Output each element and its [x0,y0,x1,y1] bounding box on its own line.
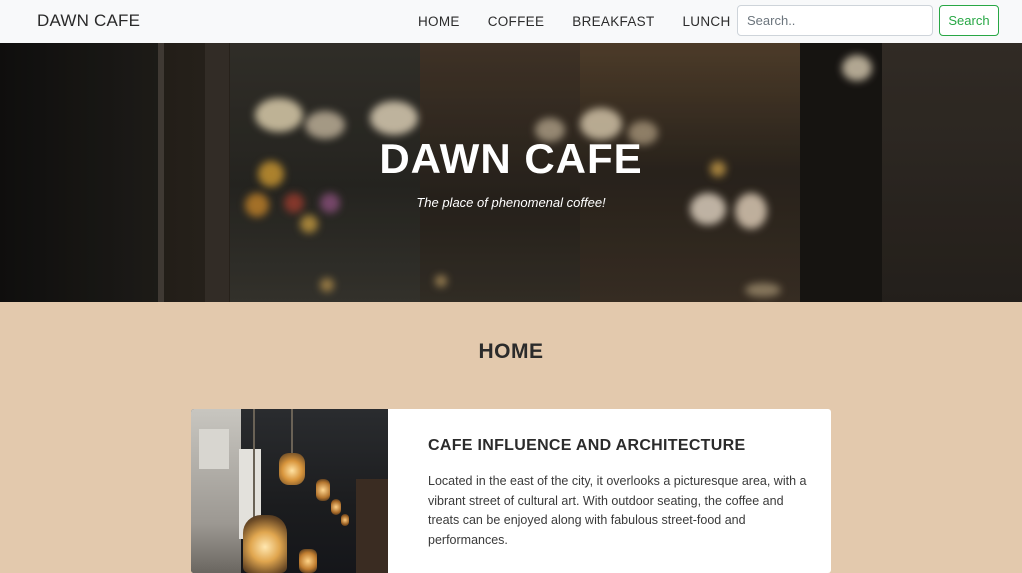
card-image-pendant-lamps [191,409,388,573]
navbar: DAWN CAFE HOME COFFEE BREAKFAST LUNCH Se… [0,0,1022,43]
section-title: HOME [478,340,544,363]
card-body: CAFE INFLUENCE AND ARCHITECTURE Located … [428,437,813,550]
nav-link-lunch[interactable]: LUNCH [683,14,731,29]
hero-banner: DAWN CAFE The place of phenomenal coffee… [0,43,1022,302]
brand-logo[interactable]: DAWN CAFE [37,11,140,31]
hero-title: DAWN CAFE [379,135,643,182]
nav-link-coffee[interactable]: COFFEE [488,14,545,29]
nav-link-breakfast[interactable]: BREAKFAST [572,14,654,29]
info-card: CAFE INFLUENCE AND ARCHITECTURE Located … [191,409,831,573]
hero-subtitle: The place of phenomenal coffee! [416,195,606,210]
nav-link-home[interactable]: HOME [418,14,460,29]
card-title: CAFE INFLUENCE AND ARCHITECTURE [428,437,746,454]
search-button[interactable]: Search [939,5,999,36]
card-description: Located in the east of the city, it over… [428,474,807,547]
search-input[interactable] [737,5,933,36]
nav-links: HOME COFFEE BREAKFAST LUNCH [418,0,759,43]
